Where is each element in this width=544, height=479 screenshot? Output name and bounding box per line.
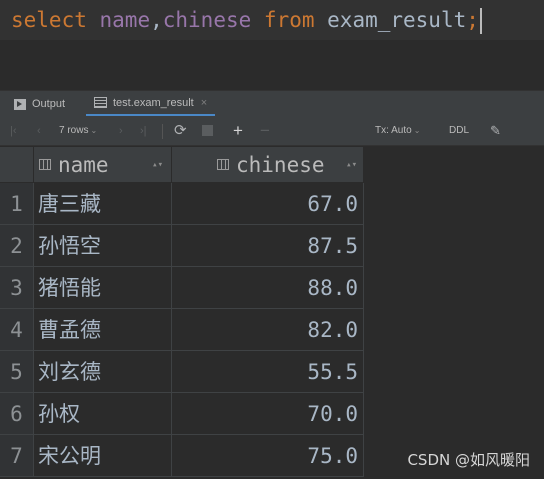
transaction-mode-dropdown[interactable]: Tx: Auto ⌄: [375, 116, 420, 146]
add-row-icon[interactable]: +: [233, 116, 243, 146]
table-row[interactable]: 7 宋公明 75.0: [0, 435, 364, 477]
text-caret: [479, 8, 482, 34]
editor-empty-area[interactable]: [0, 40, 544, 90]
row-number[interactable]: 4: [0, 309, 34, 351]
row-number[interactable]: 3: [0, 267, 34, 309]
cell-chinese[interactable]: 87.5: [172, 225, 364, 267]
row-number[interactable]: 2: [0, 225, 34, 267]
cell-chinese[interactable]: 67.0: [172, 183, 364, 225]
services-tab-bar: Output test.exam_result ×: [0, 90, 544, 117]
result-toolbar: |‹ ‹ 7 rows ⌄ › ›| ⟳ + − Tx: Auto ⌄ DDL ✎: [0, 116, 544, 146]
cell-name[interactable]: 唐三藏: [34, 183, 172, 225]
stop-icon[interactable]: [202, 125, 213, 136]
sort-icon[interactable]: ▴▾: [346, 147, 357, 183]
column-chinese-token: chinese: [162, 8, 252, 32]
row-number[interactable]: 5: [0, 351, 34, 393]
table-row[interactable]: 1 唐三藏 67.0: [0, 183, 364, 225]
column-header-name[interactable]: name ▴▾: [34, 147, 172, 183]
pin-icon[interactable]: ✎: [490, 116, 501, 146]
ddl-button[interactable]: DDL: [449, 116, 469, 146]
previous-page-icon[interactable]: ‹: [37, 116, 41, 146]
table-row[interactable]: 3 猪悟能 88.0: [0, 267, 364, 309]
cell-name[interactable]: 孙权: [34, 393, 172, 435]
table-row[interactable]: 6 孙权 70.0: [0, 393, 364, 435]
column-name-token: name: [99, 8, 151, 32]
keyword-from: from: [263, 8, 315, 32]
grid-empty-area: [364, 147, 544, 479]
cell-name[interactable]: 猪悟能: [34, 267, 172, 309]
rows-count-dropdown[interactable]: 7 rows ⌄: [59, 116, 97, 146]
chevron-down-icon: ⌄: [90, 126, 98, 135]
tab-test-exam-result[interactable]: test.exam_result ×: [86, 90, 216, 117]
console-icon: [14, 98, 26, 110]
close-tab-icon[interactable]: ×: [201, 90, 207, 116]
cell-name[interactable]: 曹孟德: [34, 309, 172, 351]
chevron-down-icon: ⌄: [413, 126, 421, 135]
keyword-select: select: [11, 8, 87, 32]
cell-name[interactable]: 孙悟空: [34, 225, 172, 267]
cell-chinese[interactable]: 55.5: [172, 351, 364, 393]
cell-chinese[interactable]: 88.0: [172, 267, 364, 309]
sql-code-line[interactable]: select name,chinese from exam_result;: [0, 0, 544, 40]
row-number[interactable]: 7: [0, 435, 34, 477]
watermark: CSDN @如风暖阳: [407, 451, 530, 469]
last-page-icon[interactable]: ›|: [140, 116, 147, 146]
cell-chinese[interactable]: 70.0: [172, 393, 364, 435]
remove-row-icon[interactable]: −: [260, 116, 270, 146]
next-page-icon[interactable]: ›: [119, 116, 123, 146]
tab-result-label: test.exam_result: [113, 96, 194, 109]
refresh-icon[interactable]: ⟳: [174, 116, 187, 146]
table-row[interactable]: 2 孙悟空 87.5: [0, 225, 364, 267]
row-number[interactable]: 1: [0, 183, 34, 225]
result-grid: name ▴▾ chinese ▴▾ 1 唐三藏 67.0 2 孙悟空 87.5 3 猪悟能 8…: [0, 147, 364, 479]
row-number-header: [0, 147, 34, 183]
cell-name[interactable]: 宋公明: [34, 435, 172, 477]
column-icon: [39, 159, 51, 170]
table-name-token: exam_result: [327, 8, 467, 32]
sql-editor[interactable]: select name,chinese from exam_result;: [0, 0, 544, 42]
tab-output[interactable]: Output: [14, 91, 65, 117]
table-row[interactable]: 4 曹孟德 82.0: [0, 309, 364, 351]
column-header-chinese[interactable]: chinese ▴▾: [172, 147, 364, 183]
sort-icon[interactable]: ▴▾: [152, 147, 163, 183]
column-icon: [217, 159, 229, 170]
table-icon: [94, 97, 107, 108]
cell-name[interactable]: 刘玄德: [34, 351, 172, 393]
cell-chinese[interactable]: 82.0: [172, 309, 364, 351]
toolbar-divider: [162, 124, 163, 139]
first-page-icon[interactable]: |‹: [10, 116, 17, 146]
cell-chinese[interactable]: 75.0: [172, 435, 364, 477]
row-number[interactable]: 6: [0, 393, 34, 435]
tab-output-label: Output: [32, 98, 66, 110]
table-row[interactable]: 5 刘玄德 55.5: [0, 351, 364, 393]
semicolon-token: ;: [466, 8, 479, 32]
